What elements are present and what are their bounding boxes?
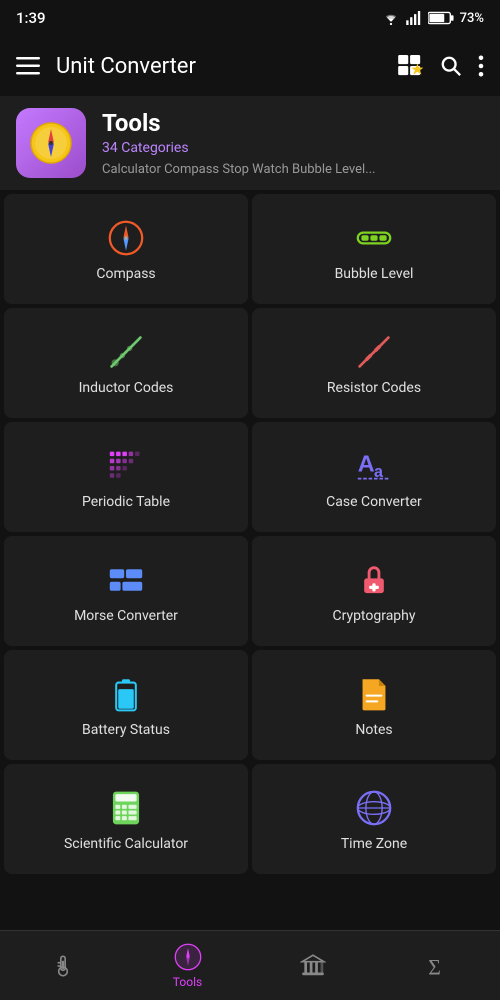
menu-button[interactable] [16,57,40,75]
nav-item-sigma[interactable]: Σ [375,953,500,979]
category-icon-wrap [16,108,86,178]
bottom-nav: Tools Σ [0,930,500,1000]
svg-text:A: A [358,450,375,476]
inductor-icon [108,334,144,370]
search-button[interactable] [440,55,462,77]
svg-text:Σ: Σ [428,955,441,978]
tools-grid: Compass Bubble Level Inductor Codes [0,190,500,878]
signal-icon [406,11,422,25]
top-bar: Unit Converter [0,36,500,96]
compass-nav-icon [174,943,202,971]
periodic-icon [108,448,144,484]
grid-item-periodic-table[interactable]: Periodic Table [4,422,248,532]
category-description: Calculator Compass Stop Watch Bubble Lev… [102,162,484,177]
case-icon: A a [356,448,392,484]
category-title: Tools [102,109,484,138]
status-time: 1:39 [16,9,46,27]
periodic-table-label: Periodic Table [82,494,170,511]
inductor-codes-label: Inductor Codes [79,380,174,397]
status-bar: 1:39 73% [0,0,500,36]
calculator-icon [108,790,144,826]
morse-icon [108,562,144,598]
compass-icon [108,220,144,256]
resistor-icon [356,334,392,370]
morse-converter-label: Morse Converter [74,608,178,625]
grid-star-button[interactable] [398,55,424,77]
resistor-codes-label: Resistor Codes [327,380,421,397]
crypto-icon [356,562,392,598]
cryptography-label: Cryptography [332,608,415,625]
grid-item-notes[interactable]: Notes [252,650,496,760]
scientific-calculator-label: Scientific Calculator [64,836,188,853]
time-zone-label: Time Zone [341,836,407,853]
case-converter-label: Case Converter [326,494,422,511]
category-header: Tools 34 Categories Calculator Compass S… [0,96,500,190]
nav-item-bank[interactable] [250,953,375,979]
tools-nav-label: Tools [173,975,202,989]
wifi-icon [382,11,400,25]
battery-percent: 73% [460,11,484,26]
category-icon [29,121,73,165]
bubble-level-label: Bubble Level [335,266,414,283]
battery-status-icon [108,676,144,712]
grid-item-inductor-codes[interactable]: Inductor Codes [4,308,248,418]
category-count: 34 Categories [102,140,484,156]
bubble-level-icon [356,220,392,256]
grid-item-compass[interactable]: Compass [4,194,248,304]
grid-item-cryptography[interactable]: Cryptography [252,536,496,646]
nav-item-tools[interactable]: Tools [125,943,250,989]
grid-item-morse-converter[interactable]: Morse Converter [4,536,248,646]
bank-nav-icon [300,953,326,979]
grid-item-bubble-level[interactable]: Bubble Level [252,194,496,304]
top-bar-icons [398,55,484,77]
grid-item-case-converter[interactable]: A a Case Converter [252,422,496,532]
page-title: Unit Converter [56,54,382,79]
status-icons: 73% [382,11,484,26]
battery-status-label: Battery Status [82,722,170,739]
grid-item-time-zone[interactable]: Time Zone [252,764,496,874]
category-info: Tools 34 Categories Calculator Compass S… [102,109,484,177]
nav-item-thermometer[interactable] [0,953,125,979]
sigma-nav-icon: Σ [425,953,451,979]
more-options-button[interactable] [478,55,484,77]
notes-icon [356,676,392,712]
grid-item-resistor-codes[interactable]: Resistor Codes [252,308,496,418]
compass-label: Compass [96,266,155,283]
notes-label: Notes [355,722,392,739]
grid-item-scientific-calculator[interactable]: Scientific Calculator [4,764,248,874]
globe-icon [356,790,392,826]
thermometer-nav-icon [50,953,76,979]
grid-item-battery-status[interactable]: Battery Status [4,650,248,760]
battery-icon [428,11,454,25]
